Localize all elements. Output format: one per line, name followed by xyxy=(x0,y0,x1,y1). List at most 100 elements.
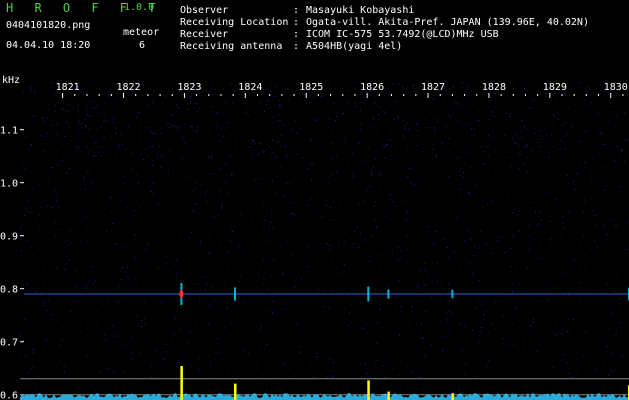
noise-dot xyxy=(133,209,135,211)
noise-dot xyxy=(83,177,85,179)
noise-dot xyxy=(524,339,526,341)
noise-dot xyxy=(432,194,434,196)
noise-dot xyxy=(503,343,505,345)
noise-dot xyxy=(52,167,54,168)
noise-dot xyxy=(114,369,116,371)
noise-dot xyxy=(474,128,476,129)
noise-dot xyxy=(368,260,370,262)
noise-dot xyxy=(219,169,221,170)
noise-dot xyxy=(328,82,330,84)
noise-dot xyxy=(390,193,392,195)
noise-dot xyxy=(407,367,409,369)
noise-dot xyxy=(23,302,25,304)
noise-dot xyxy=(585,105,587,107)
noise-dot xyxy=(354,102,356,104)
noise-dot xyxy=(38,214,40,216)
noise-dot xyxy=(38,228,40,230)
noise-dot xyxy=(436,155,438,157)
noise-dot xyxy=(523,187,525,189)
noise-dot xyxy=(20,236,22,238)
noise-dot xyxy=(414,93,416,95)
noise-dot xyxy=(563,93,565,94)
noise-dot xyxy=(352,153,354,155)
noise-dot xyxy=(55,189,57,191)
noise-dot xyxy=(401,86,403,88)
noise-dot xyxy=(619,186,621,188)
noise-dot xyxy=(210,156,212,158)
noise-dot xyxy=(94,154,96,156)
noise-dot xyxy=(593,354,595,356)
noise-dot xyxy=(542,138,544,140)
noise-dot xyxy=(453,85,455,87)
noise-dot xyxy=(272,334,274,336)
noise-dot xyxy=(586,130,588,132)
noise-dot xyxy=(118,191,120,193)
noise-dot xyxy=(364,239,366,241)
noise-dot xyxy=(87,121,89,123)
noise-dot xyxy=(64,135,66,137)
noise-dot xyxy=(337,182,339,184)
noise-dot xyxy=(178,329,180,330)
noise-dot xyxy=(42,117,44,119)
noise-dot xyxy=(277,176,279,178)
noise-dot xyxy=(585,331,587,333)
noise-dot xyxy=(531,107,533,109)
noise-dot xyxy=(379,106,380,108)
noise-dot xyxy=(515,307,517,309)
noise-dot xyxy=(596,183,598,185)
noise-dot xyxy=(199,289,201,291)
noise-dot xyxy=(521,130,523,132)
noise-dot xyxy=(445,108,447,110)
noise-dot xyxy=(205,194,206,196)
noise-dot xyxy=(62,159,64,161)
noise-dot xyxy=(303,94,305,95)
noise-dot xyxy=(517,214,519,216)
noise-dot xyxy=(335,195,337,197)
noise-dot xyxy=(62,327,64,329)
noise-dot xyxy=(177,127,179,129)
noise-dot xyxy=(535,258,537,260)
noise-dot xyxy=(470,167,471,169)
noise-dot xyxy=(175,317,176,319)
meteor-echo xyxy=(234,287,236,301)
noise-dot xyxy=(569,261,570,263)
noise-dot xyxy=(86,146,87,148)
noise-dot xyxy=(385,216,387,218)
noise-dot xyxy=(76,135,77,137)
noise-dot xyxy=(540,92,541,94)
y-tick-label: 0.7 xyxy=(0,338,18,349)
noise-dot xyxy=(91,101,93,103)
noise-dot xyxy=(156,155,158,157)
noise-dot xyxy=(111,211,113,213)
noise-dot xyxy=(191,171,193,173)
noise-dot xyxy=(46,340,48,341)
noise-dot xyxy=(527,89,528,91)
noise-dot xyxy=(497,240,499,241)
noise-dot xyxy=(514,142,516,144)
noise-dot xyxy=(207,354,209,356)
noise-dot xyxy=(419,338,421,339)
noise-dot xyxy=(397,102,399,103)
noise-dot xyxy=(20,227,22,229)
noise-dot xyxy=(130,188,132,190)
noise-dot xyxy=(396,296,398,298)
noise-dot xyxy=(279,100,280,102)
noise-dot xyxy=(333,361,334,363)
noise-dot xyxy=(455,106,457,108)
noise-dot xyxy=(450,115,452,117)
noise-dot xyxy=(55,200,57,202)
noise-dot xyxy=(48,298,50,300)
noise-dot xyxy=(319,184,321,186)
noise-dot xyxy=(120,200,122,202)
noise-dot xyxy=(101,126,103,128)
noise-dot xyxy=(506,290,508,292)
noise-dot xyxy=(566,331,568,333)
noise-dot xyxy=(195,182,197,184)
noise-dot xyxy=(123,371,125,373)
noise-dot xyxy=(320,96,322,97)
noise-dot xyxy=(435,157,437,159)
noise-dot xyxy=(382,259,384,261)
noise-dot xyxy=(585,298,587,300)
noise-dot xyxy=(512,323,514,325)
noise-dot xyxy=(254,179,256,181)
